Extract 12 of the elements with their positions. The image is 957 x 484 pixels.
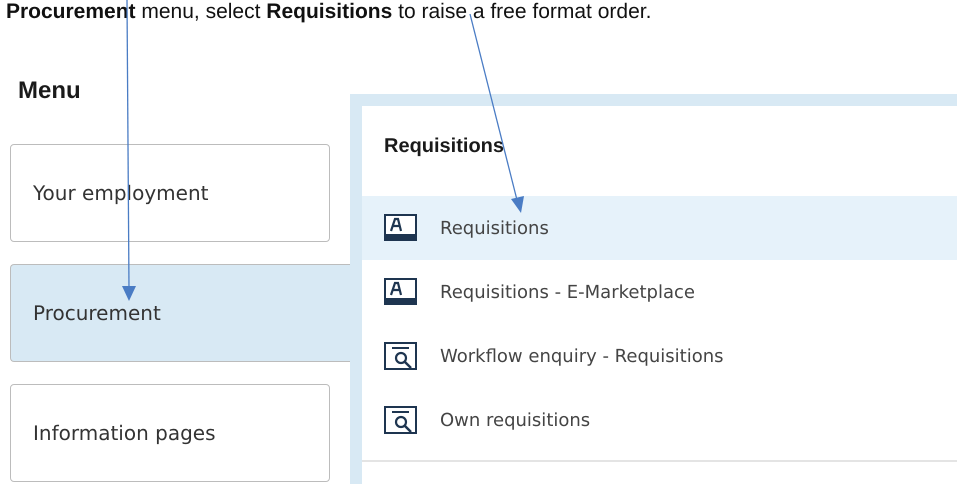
- search-document-icon: [384, 341, 418, 371]
- menu-item[interactable]: Requisitions - E-Marketplace: [362, 260, 957, 324]
- menu-item[interactable]: Workflow enquiry - Requisitions: [362, 324, 957, 388]
- menu-heading: Menu: [18, 76, 82, 106]
- menu-item[interactable]: Requisitions: [362, 196, 957, 260]
- menu-tab[interactable]: Information pages: [10, 384, 330, 482]
- form-icon: [384, 213, 418, 243]
- panel-heading: Requisitions: [383, 134, 506, 159]
- menu-tab[interactable]: Procurement: [10, 264, 350, 362]
- menu-item[interactable]: Own requisitions: [362, 388, 957, 452]
- search-document-icon: [384, 405, 418, 435]
- form-icon: [384, 277, 418, 307]
